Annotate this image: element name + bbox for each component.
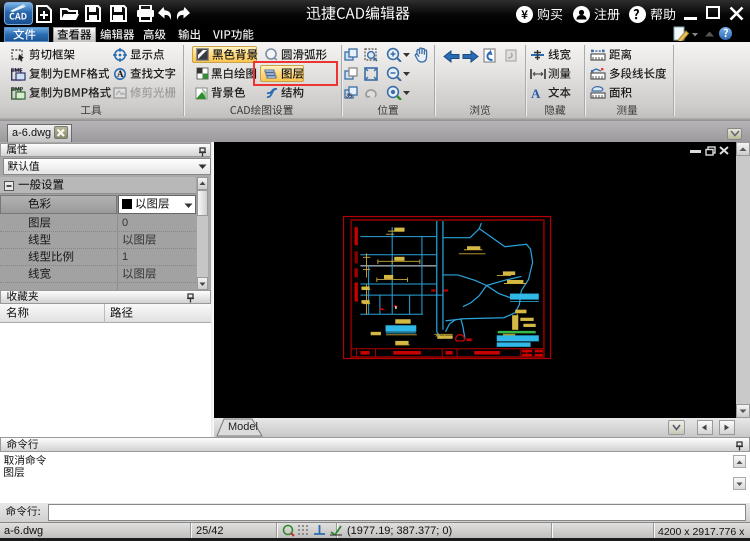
svg-text:BMP: BMP <box>11 87 24 93</box>
svg-text:A: A <box>117 69 124 79</box>
svg-text:EMF: EMF <box>11 68 23 74</box>
svg-text:35: 35 <box>346 94 352 100</box>
svg-text:A: A <box>531 86 541 99</box>
